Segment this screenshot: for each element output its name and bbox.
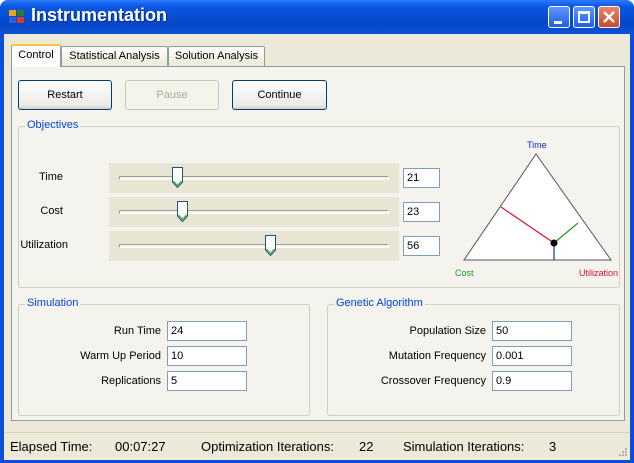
elapsed-time-label: Elapsed Time:: [10, 439, 93, 454]
warm-up-period-label: Warm Up Period: [80, 350, 161, 362]
title-bar[interactable]: Instrumentation: [0, 0, 634, 34]
simulation-group: Simulation Run Time 24 Warm Up Period 10…: [18, 297, 310, 416]
close-icon: [603, 11, 615, 23]
maximize-icon: [578, 11, 590, 23]
utilization-slider[interactable]: [109, 231, 399, 261]
population-size-field[interactable]: 50: [492, 321, 572, 341]
pause-button[interactable]: Pause: [125, 80, 219, 110]
time-slider-thumb[interactable]: [171, 167, 183, 188]
window-title: Instrumentation: [31, 5, 168, 25]
replications-label: Replications: [101, 375, 161, 387]
time-slider[interactable]: [109, 163, 399, 193]
triangle-solution-point: [550, 239, 558, 247]
cost-slider-thumb[interactable]: [177, 201, 189, 222]
simulation-group-label: Simulation: [25, 297, 81, 309]
utilization-value-field[interactable]: 56: [403, 236, 440, 256]
triangle-label-time: Time: [527, 140, 547, 150]
client-area: Control Statistical Analysis Solution An…: [4, 34, 630, 460]
genetic-algorithm-group-label: Genetic Algorithm: [334, 297, 425, 309]
simulation-iterations-label: Simulation Iterations:: [403, 439, 525, 454]
time-label: Time: [38, 171, 63, 183]
slider-track: [119, 244, 389, 248]
resize-grip-icon[interactable]: [616, 447, 628, 459]
mutation-frequency-label: Mutation Frequency: [388, 350, 486, 362]
restart-button[interactable]: Restart: [18, 80, 112, 110]
app-icon: [9, 10, 25, 24]
tab-control[interactable]: Control: [11, 44, 61, 67]
cost-slider[interactable]: [109, 197, 399, 227]
objectives-group: Objectives Time 21 Cost 23 Utilization 5…: [18, 119, 620, 288]
genetic-algorithm-group: Genetic Algorithm Population Size 50 Mut…: [327, 297, 620, 416]
objective-weights-triangle: Time Cost Utilization: [455, 140, 618, 278]
population-size-label: Population Size: [409, 325, 486, 337]
utilization-slider-thumb[interactable]: [264, 235, 276, 256]
utilization-label: Utilization: [20, 239, 68, 251]
triangle-outline: [463, 153, 612, 261]
time-value-field[interactable]: 21: [403, 168, 440, 188]
crossover-frequency-field[interactable]: 0.9: [492, 371, 572, 391]
continue-button[interactable]: Continue: [232, 80, 327, 110]
replications-field[interactable]: 5: [167, 371, 247, 391]
cost-value-field[interactable]: 23: [403, 202, 440, 222]
crossover-frequency-label: Crossover Frequency: [380, 375, 486, 387]
objectives-group-label: Objectives: [25, 119, 81, 131]
close-button[interactable]: [598, 6, 620, 28]
slider-track: [119, 176, 389, 180]
control-tab-page: Restart Pause Continue Objectives Time 2…: [11, 66, 625, 421]
run-time-field[interactable]: 24: [167, 321, 247, 341]
run-time-label: Run Time: [113, 325, 161, 337]
cost-label: Cost: [40, 205, 63, 217]
minimize-icon: [554, 21, 562, 24]
triangle-label-cost: Cost: [455, 268, 474, 278]
warm-up-period-field[interactable]: 10: [167, 346, 247, 366]
tab-solution-analysis[interactable]: Solution Analysis: [168, 46, 265, 66]
mutation-frequency-field[interactable]: 0.001: [492, 346, 572, 366]
optimization-iterations-value: 22: [359, 439, 374, 454]
tab-statistical-analysis[interactable]: Statistical Analysis: [61, 46, 168, 66]
simulation-iterations-value: 3: [549, 439, 557, 454]
app-window: Instrumentation Control Statistical Anal…: [0, 0, 634, 463]
triangle-label-utilization: Utilization: [579, 268, 618, 278]
status-bar: Elapsed Time: 00:07:27 Optimization Iter…: [4, 432, 630, 460]
elapsed-time-value: 00:07:27: [115, 439, 166, 454]
slider-track: [119, 210, 389, 214]
maximize-button[interactable]: [573, 6, 595, 28]
optimization-iterations-label: Optimization Iterations:: [201, 439, 334, 454]
minimize-button[interactable]: [548, 6, 570, 28]
